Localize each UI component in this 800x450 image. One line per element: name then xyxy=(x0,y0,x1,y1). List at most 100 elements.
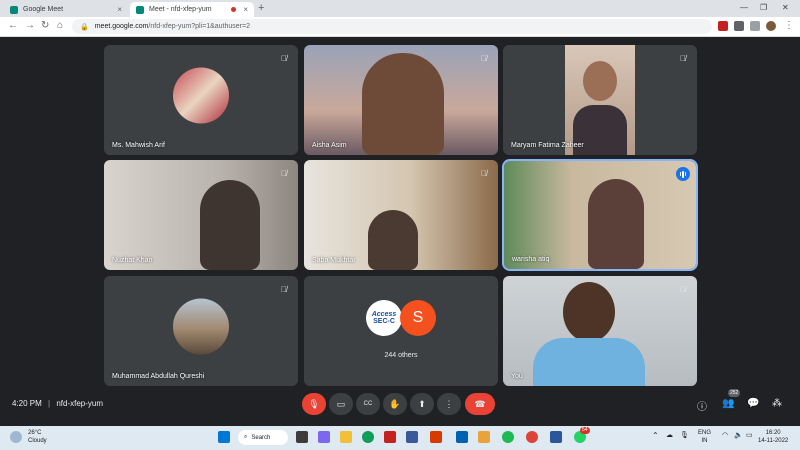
raise-hand-button[interactable]: ✋ xyxy=(383,393,407,415)
meeting-time: 4:20 PM xyxy=(12,399,42,408)
activities-icon[interactable]: ⁂ xyxy=(772,398,782,409)
camera-toggle-button[interactable]: ▭ xyxy=(329,393,353,415)
mic-off-icon: 🎙̸ xyxy=(281,284,287,294)
mic-off-icon: 🎙̸ xyxy=(481,168,487,178)
others-tile[interactable]: Access SEC-C S 244 others xyxy=(304,276,498,386)
sidebar-icon[interactable] xyxy=(750,21,760,31)
participant-name: Maryam Fatima Zaheer xyxy=(511,142,584,149)
office-icon[interactable] xyxy=(430,431,442,443)
present-screen-button[interactable]: ⬆ xyxy=(410,393,434,415)
tab-title: Meet - nfd-xfep-yum xyxy=(149,6,212,13)
chrome-icon[interactable] xyxy=(526,431,538,443)
windows-start-icon[interactable] xyxy=(218,431,230,443)
language-bottom: IN xyxy=(701,438,708,444)
avatar: S xyxy=(400,300,436,336)
participant-tile[interactable]: 🎙̸ Maryam Fatima Zaheer xyxy=(503,45,697,155)
participant-tile[interactable]: 🎙̸ Saba Mukhtar xyxy=(304,160,498,270)
mic-off-icon: 🎙̸ xyxy=(281,168,287,178)
participant-video xyxy=(362,53,444,155)
home-icon[interactable]: ⌂ xyxy=(57,20,63,31)
cloud-icon[interactable]: ☁ xyxy=(666,432,673,440)
wifi-icon[interactable]: ◠ xyxy=(722,432,728,440)
extension-icon[interactable] xyxy=(718,21,728,31)
participant-video xyxy=(588,179,644,269)
avatar xyxy=(173,298,229,355)
search-icon: ⌕ xyxy=(244,434,248,440)
chat-icon[interactable]: 💬 xyxy=(747,398,759,409)
tab-google-meet[interactable]: Google Meet × xyxy=(4,2,128,17)
forward-icon[interactable]: → xyxy=(25,20,35,31)
window-close-icon[interactable]: ✕ xyxy=(782,3,789,12)
language-indicator[interactable]: ENG IN xyxy=(698,429,711,445)
participant-video xyxy=(368,210,418,270)
app-icon[interactable] xyxy=(456,431,468,443)
captions-button[interactable]: CC xyxy=(356,393,380,415)
app-icon[interactable] xyxy=(478,431,490,443)
mcafee-icon[interactable] xyxy=(384,431,396,443)
participant-tile[interactable]: 🎙̸ Muhammad Abdullah Qureshi xyxy=(104,276,298,386)
logo-text-bottom: SEC-C xyxy=(373,318,395,325)
participants-count-badge: 252 xyxy=(728,389,741,397)
participant-name: Nuzhat Khan xyxy=(112,257,153,264)
access-logo: Access SEC-C xyxy=(366,300,402,336)
participant-video xyxy=(565,45,635,155)
weather-condition: Cloudy xyxy=(28,438,47,444)
search-label: Search xyxy=(251,434,271,441)
close-icon[interactable]: × xyxy=(117,5,122,14)
clock-time: 16:20 xyxy=(765,430,781,436)
back-icon[interactable]: ← xyxy=(8,20,18,31)
taskbar-search[interactable]: ⌕ Search xyxy=(238,430,288,445)
chevron-up-icon[interactable]: ⌃ xyxy=(652,432,659,440)
reload-icon[interactable]: ↻ xyxy=(41,20,49,31)
weather-widget[interactable]: 26°C Cloudy xyxy=(28,429,47,445)
volume-icon[interactable]: 🔈 xyxy=(734,432,743,440)
file-explorer-icon[interactable] xyxy=(340,431,352,443)
mic-off-icon: 🎙̸ xyxy=(481,53,487,63)
minimize-icon[interactable]: — xyxy=(740,3,748,12)
mic-off-icon: 🎙̸ xyxy=(680,53,686,63)
meeting-code: nfd-xfep-yum xyxy=(56,399,104,408)
whatsapp-badge: 54 xyxy=(580,427,590,434)
browser-toolbar: ← → ↻ ⌂ 🔒 meet.google.com/nfd-xfep-yum?p… xyxy=(0,17,800,37)
word-icon[interactable] xyxy=(550,431,562,443)
clock-date: 14-11-2022 xyxy=(758,438,789,444)
meeting-info: 4:20 PM | nfd-xfep-yum xyxy=(12,399,104,408)
task-view-icon[interactable] xyxy=(296,431,308,443)
tab-meet-call[interactable]: Meet - nfd-xfep-yum × xyxy=(130,2,254,17)
mic-icon[interactable]: 🎙 xyxy=(680,432,689,440)
store-icon[interactable] xyxy=(406,431,418,443)
profile-avatar[interactable] xyxy=(766,21,776,31)
meet-icon xyxy=(10,5,18,14)
browser-tab-strip: Google Meet × Meet - nfd-xfep-yum × + — … xyxy=(0,0,800,17)
screen: Google Meet × Meet - nfd-xfep-yum × + — … xyxy=(0,0,800,450)
leave-call-button[interactable]: ☎ xyxy=(465,393,495,415)
others-count: 244 others xyxy=(384,352,418,359)
info-icon[interactable]: ⓘ xyxy=(697,398,707,413)
teams-icon[interactable] xyxy=(318,431,330,443)
puzzle-icon[interactable] xyxy=(734,21,744,31)
mic-off-icon: 🎙̸ xyxy=(281,53,287,63)
weather-icon xyxy=(10,431,22,443)
more-options-button[interactable]: ⋮ xyxy=(437,393,461,415)
mic-toggle-button[interactable]: 🎙 xyxy=(302,393,326,415)
people-icon[interactable]: 👥 xyxy=(722,398,734,409)
participant-tile-active[interactable]: warisha atiq xyxy=(502,159,698,271)
maximize-icon[interactable]: ❐ xyxy=(760,3,767,12)
battery-icon[interactable]: ▭ xyxy=(746,432,753,440)
participant-tile[interactable]: 🎙̸ Nuzhat Khan xyxy=(104,160,298,270)
lock-icon: 🔒 xyxy=(80,23,89,31)
participant-tile[interactable]: 🎙̸ Aisha Asim xyxy=(304,45,498,155)
menu-icon[interactable]: ⋮ xyxy=(784,20,794,31)
address-bar[interactable]: 🔒 meet.google.com/nfd-xfep-yum?pli=1&aut… xyxy=(72,19,712,34)
participant-tile[interactable]: 🎙̸ You xyxy=(503,276,697,386)
close-icon[interactable]: × xyxy=(243,5,248,14)
participant-name: You xyxy=(511,373,523,380)
taskbar-clock[interactable]: 16:20 14-11-2022 xyxy=(758,429,788,445)
participant-name: Ms. Mahwish Arif xyxy=(112,142,165,149)
edge-icon[interactable] xyxy=(362,431,374,443)
new-tab-button[interactable]: + xyxy=(258,2,264,14)
participant-name: Muhammad Abdullah Qureshi xyxy=(112,373,205,380)
spotify-icon[interactable] xyxy=(502,431,514,443)
participant-tile[interactable]: 🎙̸ Ms. Mahwish Arif xyxy=(104,45,298,155)
participant-video xyxy=(563,282,615,342)
